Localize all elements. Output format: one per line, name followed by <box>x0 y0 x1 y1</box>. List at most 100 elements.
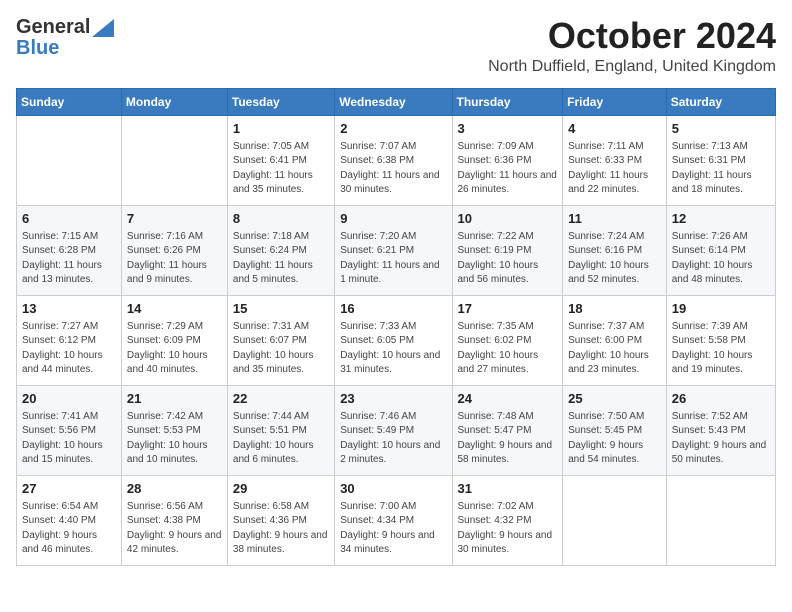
day-number: 29 <box>233 480 329 498</box>
calendar-cell: 24 Sunrise: 7:48 AMSunset: 5:47 PMDayligh… <box>452 385 563 475</box>
header-day: Tuesday <box>227 88 334 115</box>
title-area: October 2024 North Duffield, England, Un… <box>488 16 776 76</box>
day-number: 16 <box>340 300 446 318</box>
day-number: 20 <box>22 390 116 408</box>
day-info: Sunrise: 7:29 AMSunset: 6:09 PMDaylight:… <box>127 320 222 378</box>
calendar-cell: 29 Sunrise: 6:58 AMSunset: 4:36 PMDayligh… <box>227 475 334 565</box>
header-day: Saturday <box>666 88 775 115</box>
day-info: Sunrise: 7:46 AMSunset: 5:49 PMDaylight:… <box>340 410 446 468</box>
calendar-cell: 11Sunrise: 7:24 AMSunset: 6:16 PMDayligh… <box>563 205 667 295</box>
calendar-cell: 3Sunrise: 7:09 AMSunset: 6:36 PMDaylight… <box>452 115 563 205</box>
day-number: 10 <box>458 210 558 228</box>
day-number: 18 <box>568 300 661 318</box>
calendar-cell: 2 Sunrise: 7:07 AMSunset: 6:38 PMDaylight… <box>335 115 452 205</box>
day-number: 30 <box>340 480 446 498</box>
day-number: 26 <box>672 390 770 408</box>
day-info: Sunrise: 7:48 AMSunset: 5:47 PMDaylight:… <box>458 410 558 468</box>
day-number: 22 <box>233 390 329 408</box>
day-info: Sunrise: 7:42 AMSunset: 5:53 PMDaylight:… <box>127 410 222 468</box>
day-info: Sunrise: 7:37 AMSunset: 6:00 PMDaylight:… <box>568 320 661 378</box>
calendar-cell: 27 Sunrise: 6:54 AMSunset: 4:40 PMDayligh… <box>17 475 122 565</box>
day-number: 2 <box>340 120 446 138</box>
day-number: 27 <box>22 480 116 498</box>
calendar-cell <box>666 475 775 565</box>
day-number: 28 <box>127 480 222 498</box>
calendar-cell: 5Sunrise: 7:13 AMSunset: 6:31 PMDaylight… <box>666 115 775 205</box>
calendar-cell: 10 Sunrise: 7:22 AMSunset: 6:19 PMDayligh… <box>452 205 563 295</box>
header-day: Thursday <box>452 88 563 115</box>
calendar-cell <box>563 475 667 565</box>
calendar-cell: 14 Sunrise: 7:29 AMSunset: 6:09 PMDayligh… <box>121 295 227 385</box>
day-info: Sunrise: 7:33 AMSunset: 6:05 PMDaylight:… <box>340 320 446 378</box>
calendar-cell: 12Sunrise: 7:26 AMSunset: 6:14 PMDayligh… <box>666 205 775 295</box>
day-info: Sunrise: 7:26 AMSunset: 6:14 PMDaylight:… <box>672 230 770 288</box>
day-info: Sunrise: 7:00 AMSunset: 4:34 PMDaylight:… <box>340 500 446 558</box>
calendar-cell: 16 Sunrise: 7:33 AMSunset: 6:05 PMDayligh… <box>335 295 452 385</box>
day-info: Sunrise: 7:52 AMSunset: 5:43 PMDaylight:… <box>672 410 770 468</box>
day-number: 21 <box>127 390 222 408</box>
header-day: Wednesday <box>335 88 452 115</box>
location-title: North Duffield, England, United Kingdom <box>488 58 776 76</box>
day-info: Sunrise: 7:02 AMSunset: 4:32 PMDaylight:… <box>458 500 558 558</box>
day-info: Sunrise: 7:31 AMSunset: 6:07 PMDaylight:… <box>233 320 329 378</box>
calendar-cell: 1Sunrise: 7:05 AMSunset: 6:41 PMDaylight… <box>227 115 334 205</box>
day-number: 15 <box>233 300 329 318</box>
day-info: Sunrise: 7:22 AMSunset: 6:19 PMDaylight:… <box>458 230 558 288</box>
calendar-cell: 17Sunrise: 7:35 AMSunset: 6:02 PMDayligh… <box>452 295 563 385</box>
calendar-cell: 18 Sunrise: 7:37 AMSunset: 6:00 PMDayligh… <box>563 295 667 385</box>
day-info: Sunrise: 7:50 AMSunset: 5:45 PMDaylight:… <box>568 410 661 468</box>
day-info: Sunrise: 7:39 AMSunset: 5:58 PMDaylight:… <box>672 320 770 378</box>
day-info: Sunrise: 7:16 AMSunset: 6:26 PMDaylight:… <box>127 230 222 288</box>
day-number: 4 <box>568 120 661 138</box>
calendar-cell: 9Sunrise: 7:20 AMSunset: 6:21 PMDaylight… <box>335 205 452 295</box>
day-info: Sunrise: 7:11 AMSunset: 6:33 PMDaylight:… <box>568 140 661 198</box>
calendar-cell: 31 Sunrise: 7:02 AMSunset: 4:32 PMDayligh… <box>452 475 563 565</box>
day-number: 25 <box>568 390 661 408</box>
calendar-cell: 15 Sunrise: 7:31 AMSunset: 6:07 PMDayligh… <box>227 295 334 385</box>
calendar-cell: 13Sunrise: 7:27 AMSunset: 6:12 PMDayligh… <box>17 295 122 385</box>
calendar-cell: 4 Sunrise: 7:11 AMSunset: 6:33 PMDaylight… <box>563 115 667 205</box>
calendar-cell <box>17 115 122 205</box>
day-number: 17 <box>458 300 558 318</box>
calendar-week-row: 6Sunrise: 7:15 AMSunset: 6:28 PMDaylight… <box>17 205 776 295</box>
day-info: Sunrise: 7:05 AMSunset: 6:41 PMDaylight:… <box>233 140 329 198</box>
calendar-week-row: 13Sunrise: 7:27 AMSunset: 6:12 PMDayligh… <box>17 295 776 385</box>
month-title: October 2024 <box>488 16 776 56</box>
calendar-cell: 23Sunrise: 7:46 AMSunset: 5:49 PMDayligh… <box>335 385 452 475</box>
calendar-table: SundayMondayTuesdayWednesdayThursdayFrid… <box>16 88 776 566</box>
logo: General Blue <box>16 16 114 60</box>
day-info: Sunrise: 6:58 AMSunset: 4:36 PMDaylight:… <box>233 500 329 558</box>
day-info: Sunrise: 6:56 AMSunset: 4:38 PMDaylight:… <box>127 500 222 558</box>
day-number: 19 <box>672 300 770 318</box>
calendar-cell: 25 Sunrise: 7:50 AMSunset: 5:45 PMDayligh… <box>563 385 667 475</box>
calendar-cell: 30 Sunrise: 7:00 AMSunset: 4:34 PMDayligh… <box>335 475 452 565</box>
day-number: 7 <box>127 210 222 228</box>
header-day: Monday <box>121 88 227 115</box>
calendar-cell <box>121 115 227 205</box>
day-number: 31 <box>458 480 558 498</box>
day-info: Sunrise: 7:44 AMSunset: 5:51 PMDaylight:… <box>233 410 329 468</box>
calendar-cell: 19 Sunrise: 7:39 AMSunset: 5:58 PMDayligh… <box>666 295 775 385</box>
day-number: 6 <box>22 210 116 228</box>
logo-text-general: General <box>16 16 90 39</box>
day-number: 24 <box>458 390 558 408</box>
logo-text-blue: Blue <box>16 37 59 60</box>
day-info: Sunrise: 7:27 AMSunset: 6:12 PMDaylight:… <box>22 320 116 378</box>
calendar-cell: 28 Sunrise: 6:56 AMSunset: 4:38 PMDayligh… <box>121 475 227 565</box>
day-info: Sunrise: 7:07 AMSunset: 6:38 PMDaylight:… <box>340 140 446 198</box>
day-info: Sunrise: 7:09 AMSunset: 6:36 PMDaylight:… <box>458 140 558 198</box>
calendar-cell: 21 Sunrise: 7:42 AMSunset: 5:53 PMDayligh… <box>121 385 227 475</box>
calendar-week-row: 20 Sunrise: 7:41 AMSunset: 5:56 PMDayligh… <box>17 385 776 475</box>
day-info: Sunrise: 7:41 AMSunset: 5:56 PMDaylight:… <box>22 410 116 468</box>
day-info: Sunrise: 7:24 AMSunset: 6:16 PMDaylight:… <box>568 230 661 288</box>
header-day: Friday <box>563 88 667 115</box>
calendar-cell: 26 Sunrise: 7:52 AMSunset: 5:43 PMDayligh… <box>666 385 775 475</box>
calendar-week-row: 1Sunrise: 7:05 AMSunset: 6:41 PMDaylight… <box>17 115 776 205</box>
header: General Blue October 2024 North Duffield… <box>16 16 776 76</box>
day-info: Sunrise: 6:54 AMSunset: 4:40 PMDaylight:… <box>22 500 116 558</box>
calendar-week-row: 27 Sunrise: 6:54 AMSunset: 4:40 PMDayligh… <box>17 475 776 565</box>
day-number: 9 <box>340 210 446 228</box>
calendar-cell: 6Sunrise: 7:15 AMSunset: 6:28 PMDaylight… <box>17 205 122 295</box>
day-number: 14 <box>127 300 222 318</box>
calendar-cell: 8Sunrise: 7:18 AMSunset: 6:24 PMDaylight… <box>227 205 334 295</box>
